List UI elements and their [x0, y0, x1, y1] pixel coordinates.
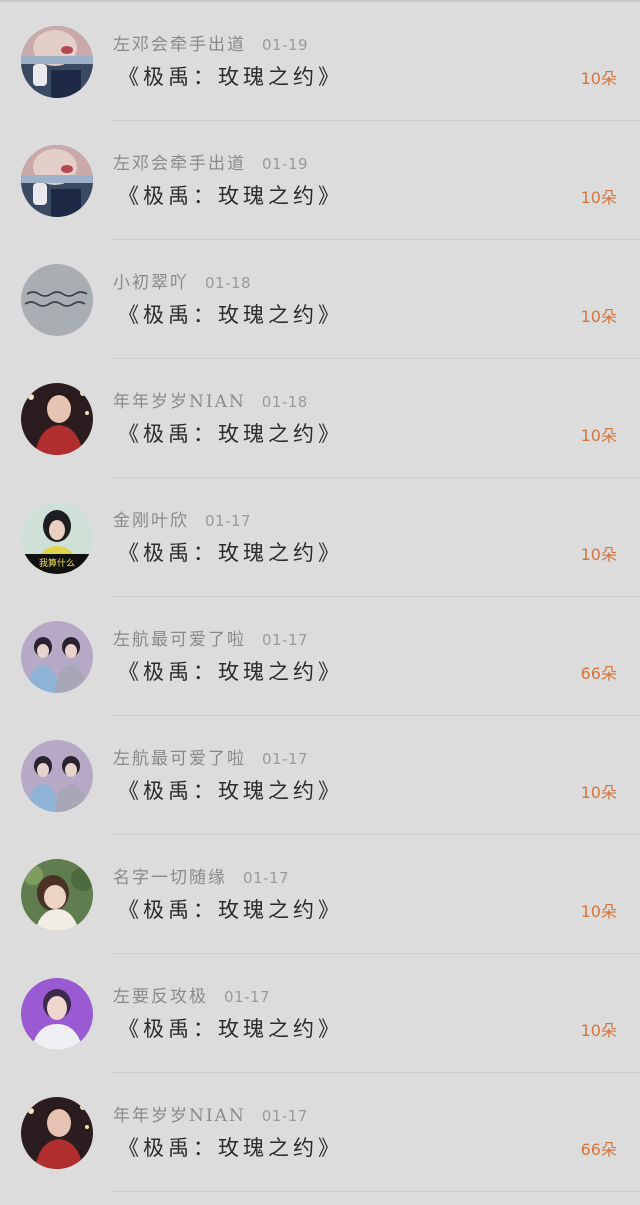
gift-title: 《极禹：玫瑰之约》 — [118, 184, 343, 208]
user-name: 左邓会牵手出道 — [113, 35, 246, 55]
list-item-meta: 名字一切随缘 01-17 — [113, 867, 289, 889]
gift-title: 《极禹：玫瑰之约》 — [118, 660, 343, 684]
item-date: 01-19 — [262, 36, 309, 54]
user-name: 左航最可爱了啦 — [113, 630, 246, 650]
user-name: 名字一切随缘 — [113, 868, 227, 888]
list-item[interactable]: 左邓会牵手出道 01-19 《极禹：玫瑰之约》 10朵 — [0, 2, 640, 121]
avatar[interactable] — [21, 1097, 93, 1169]
list-item[interactable]: 左要反攻极 01-17 《极禹：玫瑰之约》 10朵 — [0, 954, 640, 1073]
user-name: 左航最可爱了啦 — [113, 749, 246, 769]
gift-amount: 10朵 — [580, 783, 617, 802]
user-name: 年年岁岁NIAN — [113, 1106, 246, 1126]
item-date: 01-19 — [262, 155, 309, 173]
user-name: 金刚叶欣 — [113, 511, 189, 531]
list-item[interactable]: 左航最可爱了啦 01-17 《极禹：玫瑰之约》 66朵 — [0, 597, 640, 716]
avatar[interactable]: 我算什么 — [21, 502, 93, 574]
list-item-meta: 左邓会牵手出道 01-19 — [113, 153, 308, 175]
avatar[interactable] — [21, 621, 93, 693]
gift-amount: 10朵 — [580, 902, 617, 921]
gift-amount: 66朵 — [580, 664, 617, 683]
gift-amount: 10朵 — [580, 545, 617, 564]
gift-title: 《极禹：玫瑰之约》 — [118, 1017, 343, 1041]
avatar-caption: 我算什么 — [39, 557, 75, 569]
list-item-meta: 左邓会牵手出道 01-19 — [113, 34, 308, 56]
item-date: 01-18 — [261, 393, 308, 411]
gift-title: 《极禹：玫瑰之约》 — [118, 1136, 343, 1160]
user-name: 左要反攻极 — [113, 987, 208, 1007]
divider — [112, 1191, 640, 1192]
gift-amount: 10朵 — [580, 307, 617, 326]
user-name: 左邓会牵手出道 — [113, 154, 246, 174]
list-item-meta: 年年岁岁NIAN 01-17 — [113, 1105, 308, 1127]
list-item[interactable]: 左邓会牵手出道 01-19 《极禹：玫瑰之约》 10朵 — [0, 121, 640, 240]
list-item-meta: 年年岁岁NIAN 01-18 — [113, 391, 308, 413]
item-date: 01-17 — [262, 631, 309, 649]
list-item-meta: 左航最可爱了啦 01-17 — [113, 629, 308, 651]
list-item[interactable]: 小初翠吖 01-18 《极禹：玫瑰之约》 10朵 — [0, 240, 640, 359]
gift-title: 《极禹：玫瑰之约》 — [118, 65, 343, 89]
list-item[interactable]: 年年岁岁NIAN 01-17 《极禹：玫瑰之约》 66朵 — [0, 1073, 640, 1192]
gift-title: 《极禹：玫瑰之约》 — [118, 422, 343, 446]
avatar[interactable] — [21, 145, 93, 217]
list-item[interactable]: 名字一切随缘 01-17 《极禹：玫瑰之约》 10朵 — [0, 835, 640, 954]
gift-title: 《极禹：玫瑰之约》 — [118, 898, 343, 922]
list-item-meta: 小初翠吖 01-18 — [113, 272, 251, 294]
item-date: 01-17 — [243, 869, 290, 887]
gift-amount: 66朵 — [580, 1140, 617, 1159]
avatar[interactable] — [21, 264, 93, 336]
list-item[interactable]: 年年岁岁NIAN 01-18 《极禹：玫瑰之约》 10朵 — [0, 359, 640, 478]
item-date: 01-18 — [205, 274, 252, 292]
item-date: 01-17 — [261, 1107, 308, 1125]
list-item-meta: 左要反攻极 01-17 — [113, 986, 270, 1008]
list-item-meta: 金刚叶欣 01-17 — [113, 510, 251, 532]
user-name: 年年岁岁NIAN — [113, 392, 246, 412]
gift-amount: 10朵 — [580, 69, 617, 88]
list-item-meta: 左航最可爱了啦 01-17 — [113, 748, 308, 770]
avatar[interactable] — [21, 740, 93, 812]
list-item[interactable]: 左航最可爱了啦 01-17 《极禹：玫瑰之约》 10朵 — [0, 716, 640, 835]
item-date: 01-17 — [205, 512, 252, 530]
list-item[interactable]: 我算什么 金刚叶欣 01-17 《极禹：玫瑰之约》 10朵 — [0, 478, 640, 597]
item-date: 01-17 — [262, 750, 309, 768]
gift-amount: 10朵 — [580, 1021, 617, 1040]
gift-amount: 10朵 — [580, 426, 617, 445]
gift-title: 《极禹：玫瑰之约》 — [118, 779, 343, 803]
item-date: 01-17 — [224, 988, 271, 1006]
user-name: 小初翠吖 — [113, 273, 189, 293]
gift-amount: 10朵 — [580, 188, 617, 207]
gift-title: 《极禹：玫瑰之约》 — [118, 541, 343, 565]
avatar[interactable] — [21, 978, 93, 1050]
avatar[interactable] — [21, 383, 93, 455]
avatar[interactable] — [21, 26, 93, 98]
gift-title: 《极禹：玫瑰之约》 — [118, 303, 343, 327]
avatar[interactable] — [21, 859, 93, 931]
